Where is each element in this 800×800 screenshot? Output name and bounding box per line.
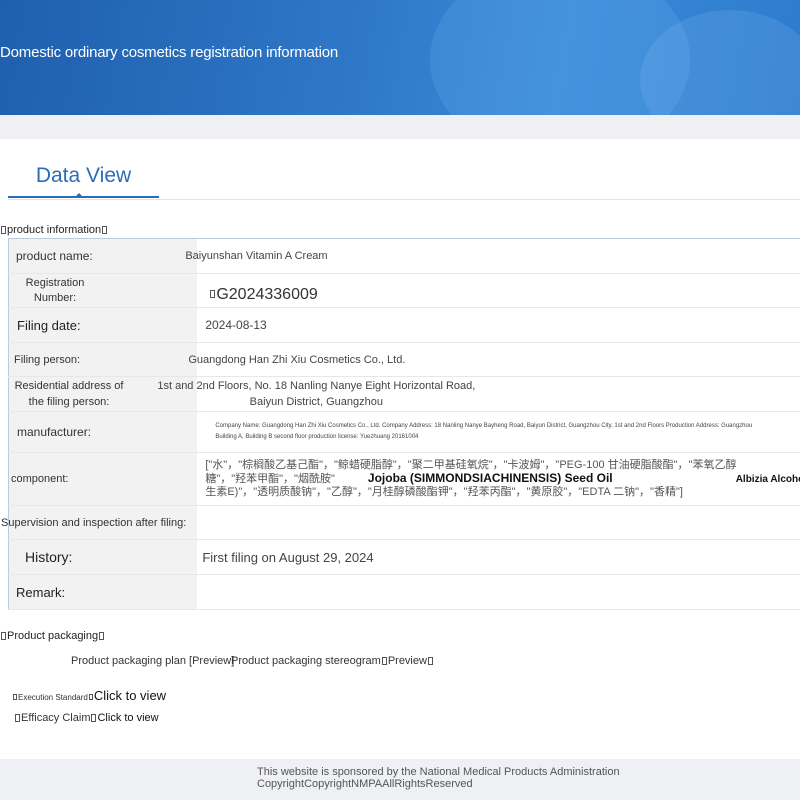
packaging-stereogram: Product packaging stereogram Preview [231, 655, 434, 667]
bracket-open-icon [1, 632, 6, 641]
bracket-open-icon [15, 714, 20, 723]
field-value: Baiyunshan Vitamin A Cream [185, 238, 800, 274]
component-line-1: ["水"，"棕榈酸乙基己酯"，"鲸蜡硬脂醇"，"聚二甲基硅氧烷"，"卡波姆"，"… [205, 459, 737, 471]
section-label: product information [7, 224, 102, 236]
bracket-open-icon [381, 657, 387, 666]
table-row: component: ["水"，"棕榈酸乙基己酯"，"鲸蜡硬脂醇"，"聚二甲基硅… [8, 452, 800, 506]
stereogram-preview-link[interactable]: Preview [388, 655, 427, 667]
bracket-close-icon [427, 657, 433, 666]
field-label: component: [8, 452, 198, 506]
execution-standard-row: Execution Standard Click to view [12, 688, 166, 703]
component-line-2: 糖"，"羟苯甲酯"，"烟酰胺" Jojoba (SIMMONDSIACHINEN… [205, 472, 800, 485]
section-product-information: product information [0, 224, 108, 236]
tab-bar: Data View [8, 160, 800, 200]
header-banner: Domestic ordinary cosmetics registration… [0, 0, 800, 115]
field-value: 1st and 2nd Floors, No. 18 Nanling Nanye… [157, 376, 800, 412]
field-value: Company Name: Guangdong Han Zhi Xiu Cosm… [197, 411, 800, 453]
efficacy-claim-row: Efficacy Claim Click to view [14, 712, 159, 724]
field-value: G2024336009 [197, 273, 800, 308]
field-label: Remark: [8, 574, 198, 610]
stereogram-label: Product packaging stereogram [231, 655, 381, 667]
header-divider-strip [0, 115, 800, 139]
table-row: Remark: [8, 574, 800, 610]
field-value: ["水"，"棕榈酸乙基己酯"，"鲸蜡硬脂醇"，"聚二甲基硅氧烷"，"卡波姆"，"… [197, 452, 800, 506]
packaging-plan-link[interactable]: Product packaging plan [Preview] [71, 655, 234, 667]
table-row: product name: Baiyunshan Vitamin A Cream [8, 238, 800, 274]
bracket-open-icon [13, 694, 17, 701]
table-row: Registration Number: G2024336009 [8, 273, 800, 308]
bracket-close-icon [88, 694, 93, 701]
field-value [197, 505, 800, 540]
execution-standard-label: Execution Standard [18, 693, 88, 702]
bracket-close-icon [102, 226, 108, 235]
field-value: Guangdong Han Zhi Xiu Cosmetics Co., Ltd… [188, 342, 800, 377]
field-label: Filing date: [8, 307, 198, 343]
efficacy-claim-link[interactable]: Click to view [97, 712, 158, 724]
field-label: Registration Number: [8, 273, 198, 308]
footer-text: This website is sponsored by the Nationa… [257, 766, 620, 790]
section-label: Product packaging [7, 630, 99, 642]
bracket-open-icon [1, 226, 6, 235]
table-row: Filing date: 2024-08-13 [8, 307, 800, 343]
field-value [197, 574, 800, 610]
bracket-close-icon [91, 714, 97, 723]
table-row: Supervision and inspection after filing: [1, 505, 800, 540]
table-row: History: First filing on August 29, 2024 [8, 539, 800, 575]
component-line-3: 生素E)"，"透明质酸钠"，"乙醇"，"月桂醇磷酸酯钾"，"羟苯丙酯"，"黄原胶… [205, 486, 683, 498]
bracket-close-icon [99, 632, 105, 641]
tab-data-view[interactable]: Data View [8, 164, 159, 198]
table-row: manufacturer: Company Name: Guangdong Ha… [8, 411, 800, 453]
info-table: product name: Baiyunshan Vitamin A Cream… [1, 238, 800, 610]
table-row: Residential address of the filing person… [8, 376, 800, 412]
section-product-packaging: Product packaging [0, 630, 105, 642]
field-label: History: [8, 539, 198, 575]
field-value: First filing on August 29, 2024 [197, 539, 800, 575]
footer: This website is sponsored by the Nationa… [0, 759, 800, 800]
efficacy-claim-label: Efficacy Claim [21, 712, 91, 724]
missing-glyph-icon [210, 290, 216, 299]
field-value: 2024-08-13 [197, 307, 800, 343]
field-label: Supervision and inspection after filing: [1, 505, 198, 540]
field-label: product name: [8, 238, 198, 274]
page-title: Domestic ordinary cosmetics registration… [0, 44, 339, 61]
field-label: Filing person: [8, 342, 198, 377]
field-label: manufacturer: [8, 411, 198, 453]
table-row: Filing person: Guangdong Han Zhi Xiu Cos… [8, 342, 800, 377]
execution-standard-link[interactable]: Click to view [94, 688, 166, 703]
